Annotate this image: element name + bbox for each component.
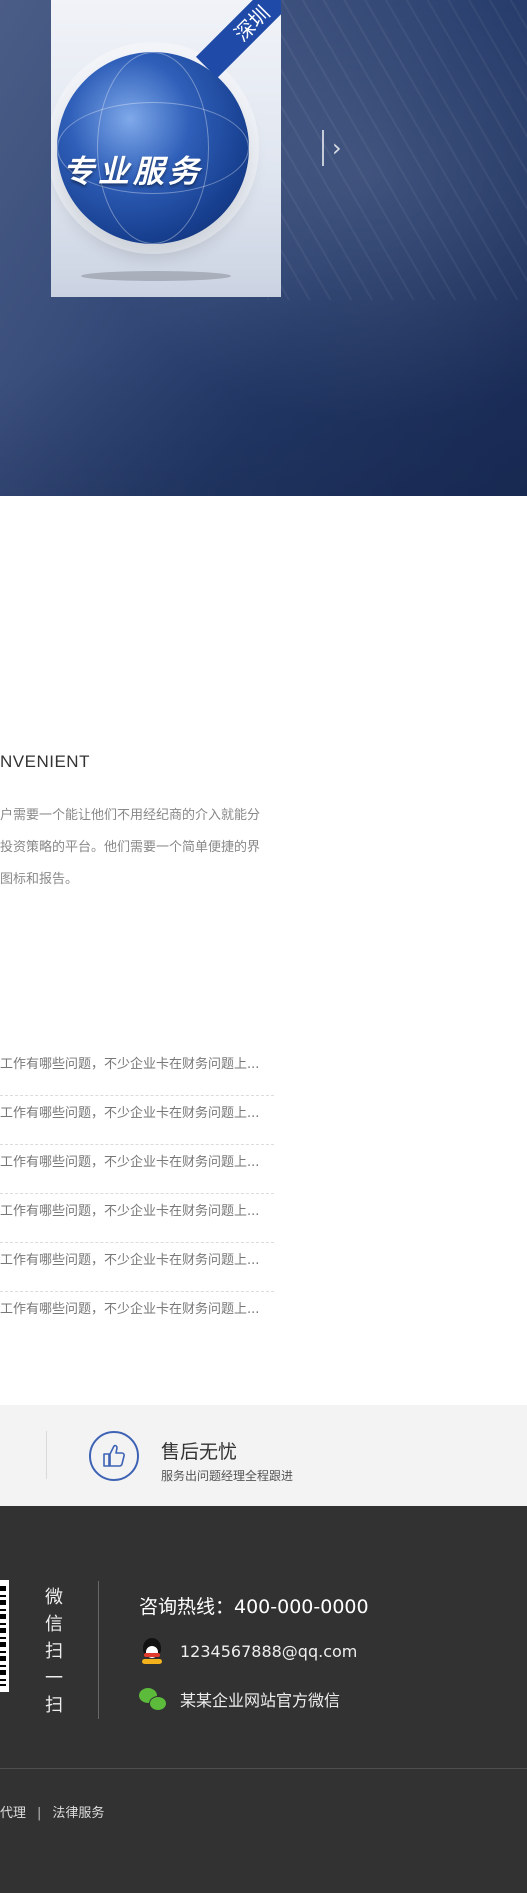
chevron-right-icon: › [332,134,342,162]
wechat-scan-char: 微 [45,1587,63,1608]
footer: 微 信 扫 一 扫 咨询热线：400-000-0000 1234567888@q… [0,1506,527,1893]
news-item[interactable]: 工作有哪些问题，不少企业卡在财务问题上... [0,1293,274,1340]
wechat-account: 某某企业网站官方微信 [180,1691,341,1710]
qq-contact[interactable]: 1234567888@qq.com [139,1638,357,1664]
news-item[interactable]: 工作有哪些问题，不少企业卡在财务问题上... [0,1048,274,1096]
footer-links: 代理 | 法律服务 [0,1802,104,1821]
news-item[interactable]: 工作有哪些问题，不少企业卡在财务问题上... [0,1244,274,1292]
footer-link-legal[interactable]: 法律服务 [52,1806,104,1821]
service-title: 售后无忧 [161,1441,238,1463]
wechat-contact[interactable]: 某某企业网站官方微信 [139,1686,340,1712]
news-item[interactable]: 工作有哪些问题，不少企业卡在财务问题上... [0,1097,274,1145]
about-paragraph: 户需要一个能让他们不用经纪商的介入就能分 投资策略的平台。他们需要一个简单便捷的… [0,808,261,887]
wechat-scan-char: 信 [45,1614,63,1635]
qq-icon [139,1638,165,1664]
book-cover-image: 深圳 专业服务 [51,0,281,297]
hero-banner: 深圳 专业服务 › [0,0,527,496]
wechat-scan-char: 一 [45,1668,63,1689]
wechat-qr-code [0,1580,9,1692]
news-item[interactable]: 工作有哪些问题，不少企业卡在财务问题上... [0,1195,274,1243]
footer-hr [0,1768,527,1769]
footer-divider [98,1581,99,1719]
hotline: 咨询热线：400-000-0000 [139,1596,369,1618]
footer-link-separator: | [37,1806,42,1821]
news-item[interactable]: 工作有哪些问题，不少企业卡在财务问题上... [0,1146,274,1194]
news-list: 工作有哪些问题，不少企业卡在财务问题上... 工作有哪些问题，不少企业卡在财务问… [0,1048,274,1341]
hero-texture [267,0,527,300]
book-title: 专业服务 [63,154,203,190]
slider-next-button[interactable]: › [322,128,352,168]
slider-divider [322,130,324,166]
service-bar: 售后无忧 服务出问题经理全程跟进 [0,1405,527,1506]
wechat-icon [139,1686,167,1712]
wechat-scan-char: 扫 [45,1695,63,1716]
wechat-scan-char: 扫 [45,1641,63,1662]
about-subtitle: NVENIENT [0,752,90,771]
wechat-scan-label: 微 信 扫 一 扫 [44,1584,64,1719]
qq-email: 1234567888@qq.com [180,1641,358,1661]
service-divider [46,1431,47,1479]
globe-shadow [81,271,231,281]
thumbs-up-icon [89,1431,139,1481]
service-subtitle: 服务出问题经理全程跟进 [161,1469,294,1483]
footer-link-agency[interactable]: 代理 [0,1806,26,1821]
